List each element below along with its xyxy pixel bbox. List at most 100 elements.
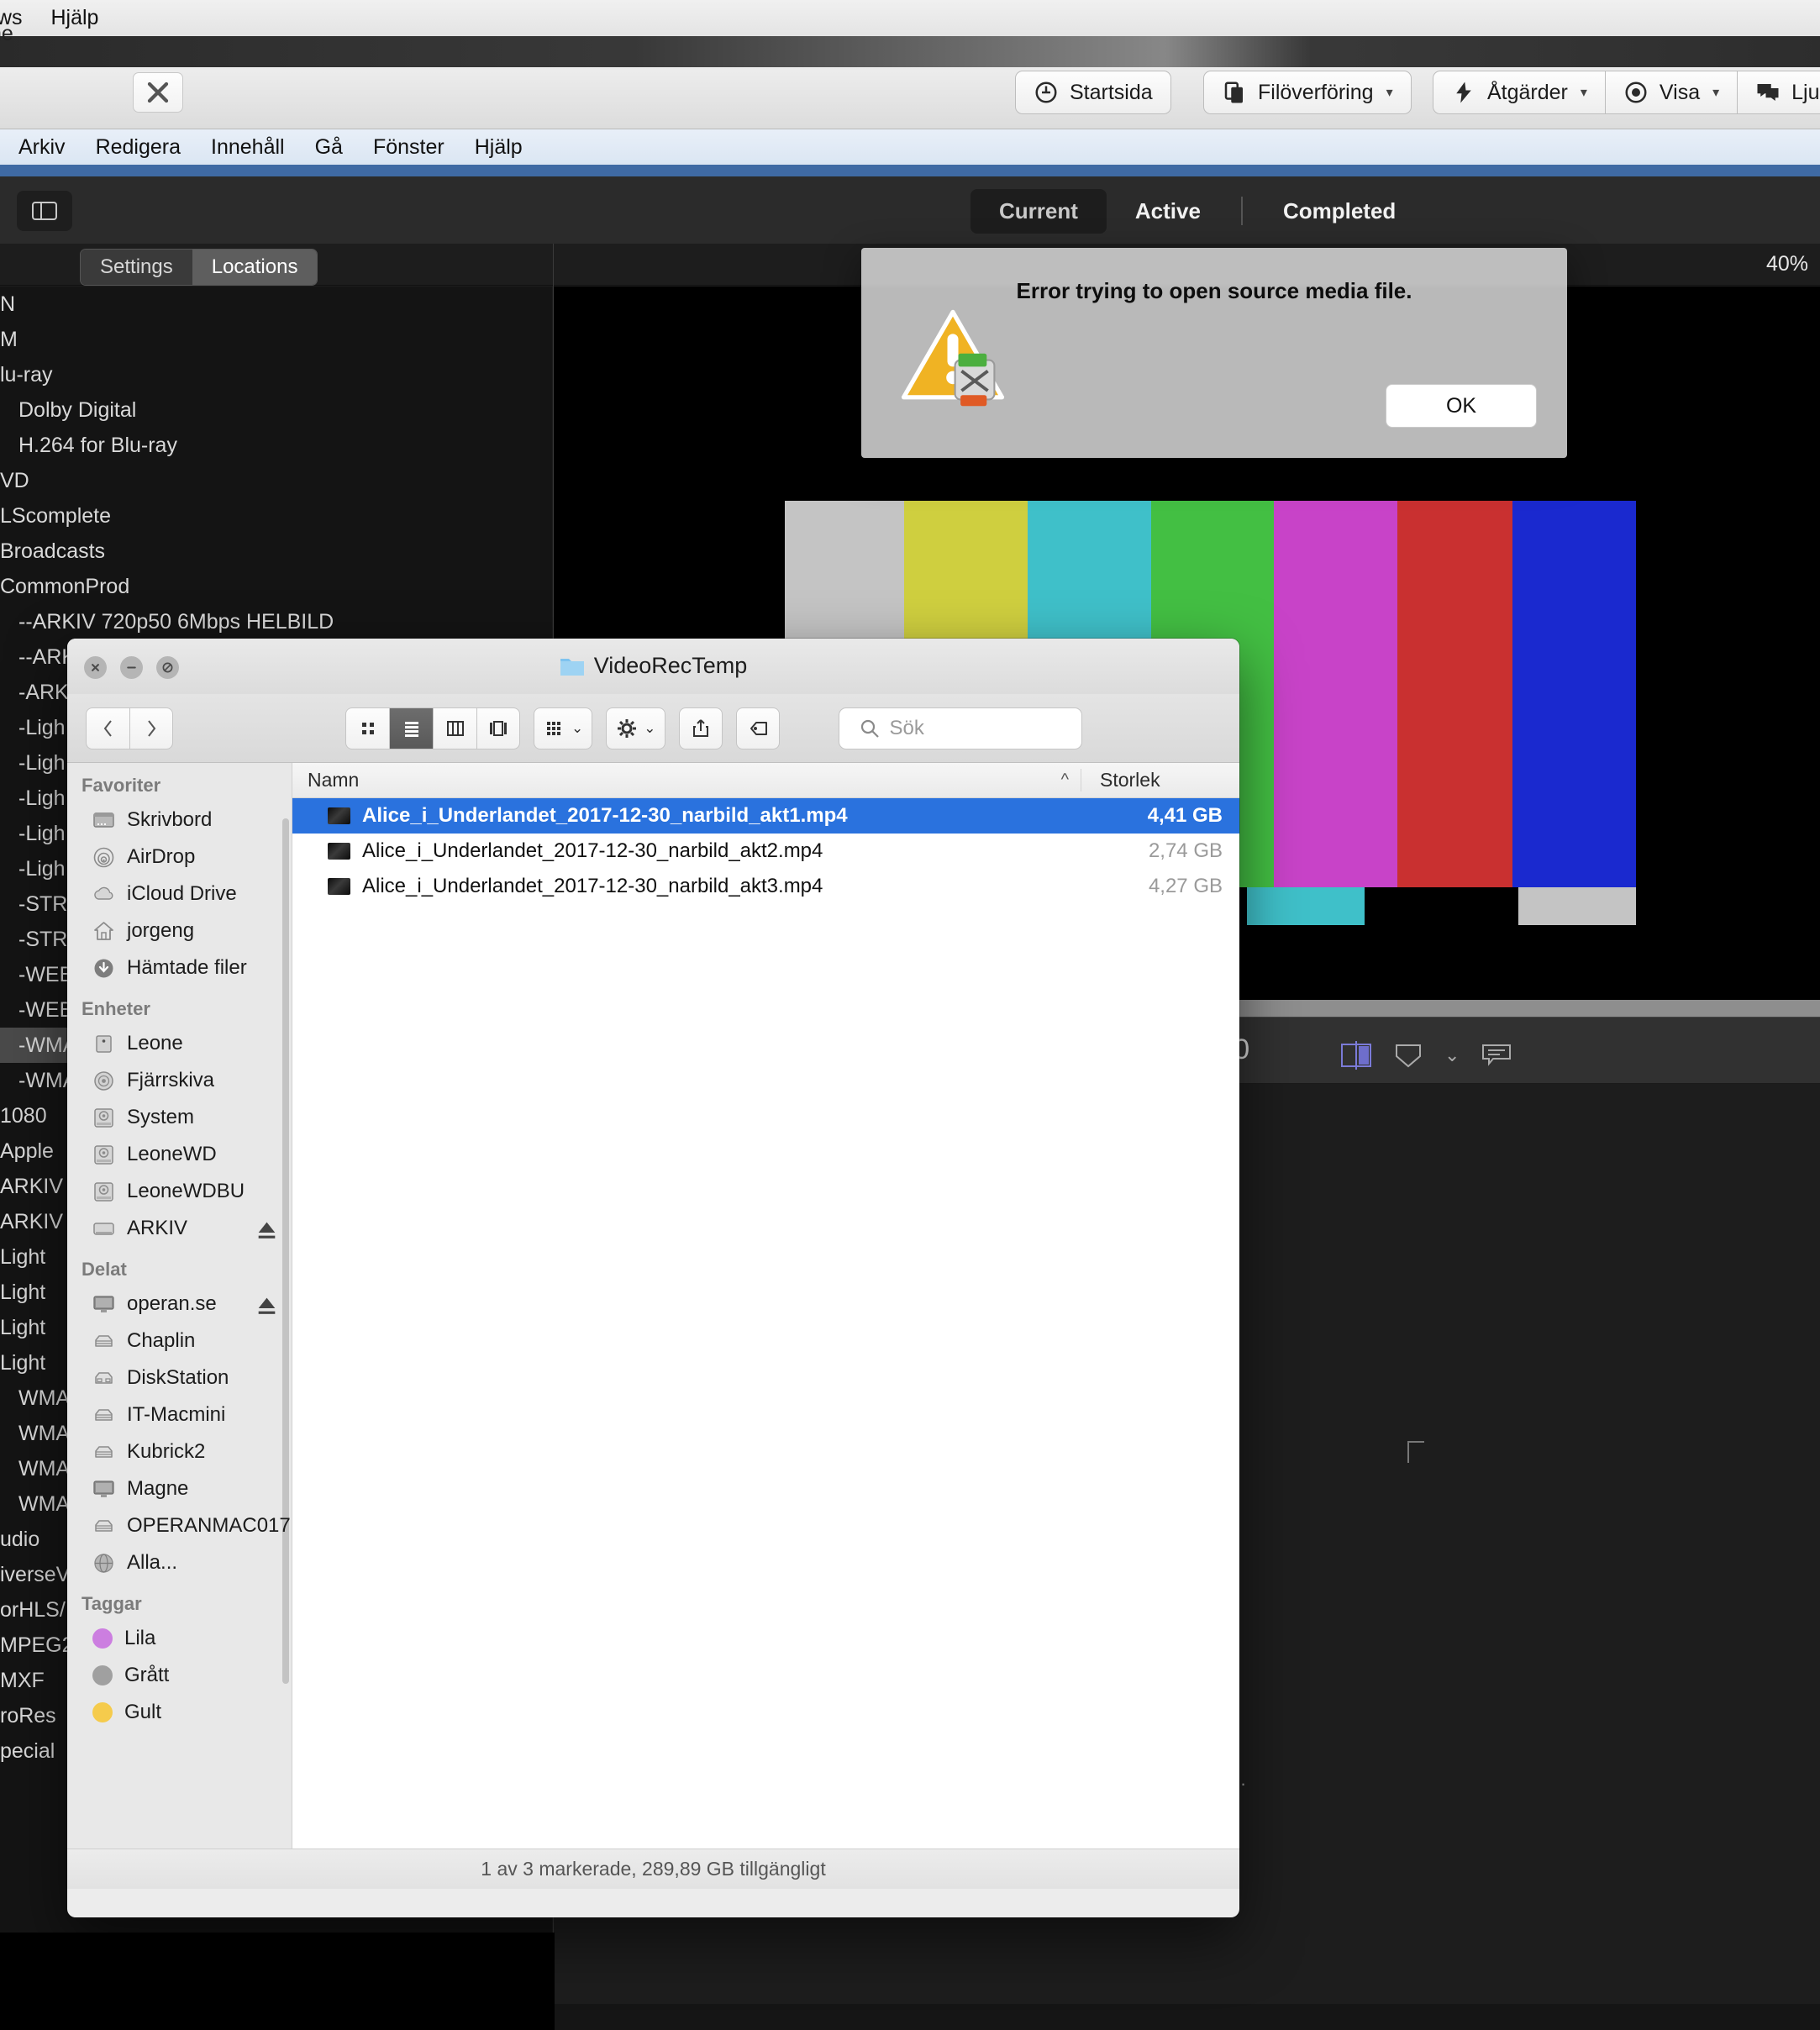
list-view-icon bbox=[404, 721, 418, 737]
compressor-setting-item[interactable]: VD bbox=[0, 463, 552, 498]
sidebar-item-fj-rrskiva[interactable]: Fjärrskiva bbox=[67, 1062, 292, 1099]
sidebar-item-label: Leone bbox=[127, 1032, 183, 1054]
sidebar-item-alla[interactable]: Alla... bbox=[67, 1544, 292, 1581]
menu-item-ga[interactable]: Gå bbox=[315, 135, 343, 160]
sidebar-item-it-macmini[interactable]: IT-Macmini bbox=[67, 1396, 292, 1433]
chevron-down-icon[interactable]: ⌄ bbox=[1444, 1044, 1460, 1066]
tab-active[interactable]: Active bbox=[1107, 189, 1229, 234]
compressor-setting-item[interactable]: LScomplete bbox=[0, 498, 552, 534]
compressor-setting-item[interactable]: N bbox=[0, 287, 552, 322]
sidebar-toggle-icon[interactable] bbox=[17, 191, 72, 231]
selection-corner-marker bbox=[1407, 1441, 1424, 1463]
sidebar-item-diskstation[interactable]: DiskStation bbox=[67, 1359, 292, 1396]
compressor-setting-item[interactable]: Broadcasts bbox=[0, 534, 552, 569]
sidebar-item-skrivbord[interactable]: Skrivbord bbox=[67, 802, 292, 839]
compressor-setting-item[interactable]: M bbox=[0, 322, 552, 357]
chevron-down-icon: ⌄ bbox=[571, 719, 584, 736]
gallery-view-button[interactable] bbox=[476, 707, 520, 749]
caption-icon[interactable] bbox=[1481, 1043, 1512, 1068]
compressor-setting-label: M bbox=[0, 328, 18, 351]
menu-item-innehall[interactable]: Innehåll bbox=[211, 135, 285, 160]
table-row[interactable]: Alice_i_Underlandet_2017-12-30_narbild_a… bbox=[292, 798, 1239, 834]
batch-tabs: Current Active Completed bbox=[970, 188, 1424, 234]
sidebar-item-leone[interactable]: Leone bbox=[67, 1025, 292, 1062]
menu-item-arkiv[interactable]: Arkiv bbox=[18, 135, 66, 160]
compressor-setting-label: Light bbox=[0, 1281, 46, 1304]
desktop-video-strip bbox=[0, 36, 1820, 67]
zoom-level: 40% bbox=[1765, 252, 1808, 276]
tab-locations[interactable]: Locations bbox=[192, 250, 318, 285]
toolbar-button-atgarder[interactable]: Åtgärder ▾ bbox=[1433, 71, 1606, 114]
mac-icon bbox=[96, 1034, 112, 1053]
sidebar-item-leonewdbu[interactable]: LeoneWDBU bbox=[67, 1173, 292, 1210]
toolbar-button-ljud[interactable]: Lju bbox=[1738, 71, 1820, 114]
list-view-button[interactable] bbox=[389, 707, 433, 749]
column-header-name[interactable]: Namn ^ bbox=[292, 769, 1081, 791]
eject-icon[interactable] bbox=[255, 1219, 278, 1242]
menu-item-fonster[interactable]: Fönster bbox=[373, 135, 444, 160]
table-row[interactable]: Alice_i_Underlandet_2017-12-30_narbild_a… bbox=[292, 834, 1239, 869]
sidebar-item-chaplin[interactable]: Chaplin bbox=[67, 1323, 292, 1359]
finder-sidebar[interactable]: Favoriter Skrivbord AirDrop iCloud Drive jor… bbox=[67, 763, 292, 1889]
toolbar-button-startsida[interactable]: Startsida bbox=[1015, 71, 1171, 114]
sidebar-item-label: Lila bbox=[124, 1627, 156, 1649]
sidebar-item-label: AirDrop bbox=[127, 845, 196, 868]
icon-view-button[interactable] bbox=[345, 707, 389, 749]
tab-settings[interactable]: Settings bbox=[81, 250, 192, 285]
compressor-setting-item[interactable]: --ARKIV 720p50 6Mbps HELBILD bbox=[0, 604, 552, 639]
sidebar-item-operan-se[interactable]: operan.se bbox=[67, 1286, 292, 1323]
compressor-setting-item[interactable]: H.264 for Blu-ray bbox=[0, 428, 552, 463]
sidebar-item-kubrick2[interactable]: Kubrick2 bbox=[67, 1433, 292, 1470]
server-icon bbox=[95, 1334, 113, 1347]
compressor-setting-item[interactable]: Dolby Digital bbox=[0, 392, 552, 428]
sidebar-item-gult[interactable]: Gult bbox=[67, 1694, 292, 1731]
error-ok-button[interactable]: OK bbox=[1386, 384, 1537, 428]
search-placeholder: Sök bbox=[889, 716, 924, 739]
sidebar-item-lila[interactable]: Lila bbox=[67, 1620, 292, 1657]
menu-item-redigera[interactable]: Redigera bbox=[96, 135, 181, 160]
display-icon bbox=[93, 1480, 114, 1497]
column-header-size[interactable]: Storlek bbox=[1081, 769, 1239, 791]
desktop-icon bbox=[93, 812, 114, 828]
sidebar-item-magne[interactable]: Magne bbox=[67, 1470, 292, 1507]
finder-titlebar[interactable]: VideoRecTemp bbox=[67, 639, 1239, 694]
sidebar-item-leonewd[interactable]: LeoneWD bbox=[67, 1136, 292, 1173]
column-view-button[interactable] bbox=[433, 707, 476, 749]
globe-icon bbox=[94, 1553, 113, 1573]
sidebar-item-gr-tt[interactable]: Grått bbox=[67, 1657, 292, 1694]
nav-buttons bbox=[86, 707, 173, 749]
tab-completed[interactable]: Completed bbox=[1255, 189, 1424, 234]
file-name-label: Alice_i_Underlandet_2017-12-30_narbild_a… bbox=[362, 804, 848, 827]
sidebar-item-arkiv[interactable]: ARKIV bbox=[67, 1210, 292, 1247]
table-row[interactable]: Alice_i_Underlandet_2017-12-30_narbild_a… bbox=[292, 869, 1239, 904]
sidebar-item-icloud-drive[interactable]: iCloud Drive bbox=[67, 876, 292, 912]
menu-item-hjalp[interactable]: Hjälp bbox=[475, 135, 523, 160]
compressor-setting-label: MXF bbox=[0, 1669, 45, 1692]
sidebar-item-airdrop[interactable]: AirDrop bbox=[67, 839, 292, 876]
sidebar-group-header: Favoriter bbox=[82, 775, 161, 796]
search-input[interactable]: Sök bbox=[838, 707, 1082, 749]
close-icon[interactable] bbox=[133, 72, 183, 113]
sidebar-item-jorgeng[interactable]: jorgeng bbox=[67, 912, 292, 949]
os-menu-item-help[interactable]: Hjälp bbox=[50, 6, 98, 30]
eject-icon[interactable] bbox=[255, 1295, 278, 1317]
compressor-setting-item[interactable]: CommonProd bbox=[0, 569, 552, 604]
sidebar-toggle-glyph bbox=[32, 202, 57, 220]
forward-button[interactable] bbox=[129, 707, 173, 749]
tab-current[interactable]: Current bbox=[970, 188, 1107, 234]
split-view-icon[interactable] bbox=[1340, 1040, 1372, 1070]
compressor-setting-label: ARKIV bbox=[0, 1175, 64, 1198]
compressor-setting-item[interactable]: lu-ray bbox=[0, 357, 552, 392]
arrange-button[interactable]: ⌄ bbox=[534, 707, 593, 749]
sidebar-item-h-mtade-filer[interactable]: Hämtade filer bbox=[67, 949, 292, 986]
toolbar-button-filoverforing[interactable]: Filöverföring ▾ bbox=[1203, 71, 1412, 114]
marker-shape-icon[interactable] bbox=[1394, 1042, 1423, 1069]
toolbar-button-visa[interactable]: Visa ▾ bbox=[1605, 71, 1738, 114]
tag-button[interactable] bbox=[735, 707, 780, 749]
compressor-setting-label: WMA bbox=[18, 1492, 71, 1516]
share-button[interactable] bbox=[678, 707, 723, 749]
gear-button[interactable]: ⌄ bbox=[606, 707, 665, 749]
sidebar-item-system[interactable]: System bbox=[67, 1099, 292, 1136]
back-button[interactable] bbox=[86, 707, 129, 749]
sidebar-item-operanmac017[interactable]: OPERANMAC017 bbox=[67, 1507, 292, 1544]
